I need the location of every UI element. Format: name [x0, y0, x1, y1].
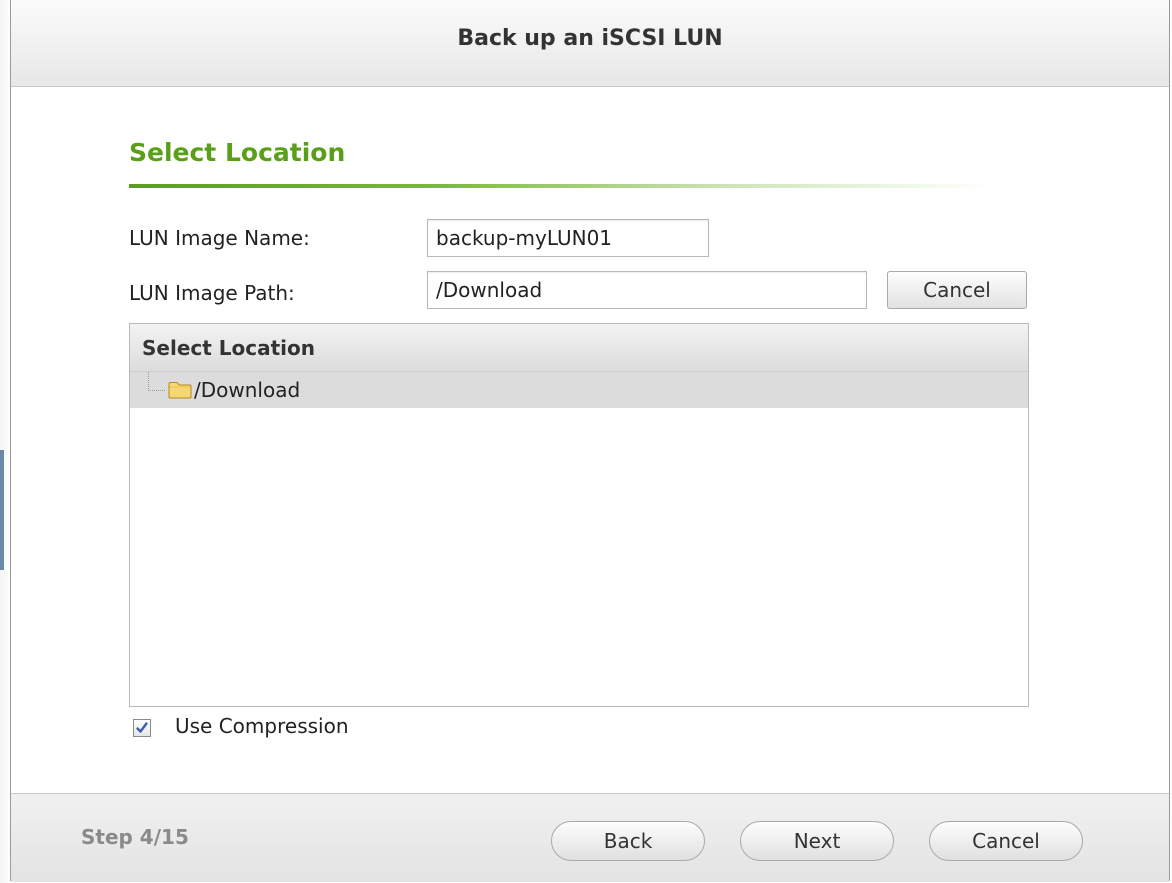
background-window-accent — [0, 450, 4, 570]
lun-image-path-label: LUN Image Path: — [129, 281, 295, 305]
dialog-footer: Step 4/15 Back Next Cancel — [11, 793, 1169, 882]
back-button[interactable]: Back — [551, 821, 705, 861]
step-indicator: Step 4/15 — [81, 825, 189, 849]
tree-header: Select Location — [130, 324, 1028, 372]
section-title: Select Location — [129, 138, 346, 167]
location-tree-panel: Select Location /Download — [129, 323, 1029, 707]
checkmark-icon — [136, 722, 148, 733]
next-button[interactable]: Next — [740, 821, 894, 861]
dialog-titlebar: Back up an iSCSI LUN — [11, 0, 1169, 87]
folder-icon — [168, 382, 192, 399]
dialog-title: Back up an iSCSI LUN — [457, 26, 723, 51]
lun-image-name-input[interactable] — [427, 219, 709, 257]
tree-item-download[interactable]: /Download — [130, 372, 1028, 408]
backup-lun-dialog: Back up an iSCSI LUN Select Location LUN… — [10, 0, 1170, 882]
lun-image-name-label: LUN Image Name: — [129, 226, 310, 250]
use-compression-label: Use Compression — [175, 714, 349, 738]
cancel-button[interactable]: Cancel — [929, 821, 1083, 861]
use-compression-checkbox[interactable] — [133, 719, 151, 737]
tree-item-label: /Download — [194, 378, 301, 402]
lun-image-path-input[interactable] — [427, 271, 867, 309]
tree-connector-line — [148, 372, 165, 391]
section-divider — [129, 184, 989, 188]
background-window-edge — [0, 0, 10, 883]
path-cancel-button[interactable]: Cancel — [887, 271, 1027, 309]
